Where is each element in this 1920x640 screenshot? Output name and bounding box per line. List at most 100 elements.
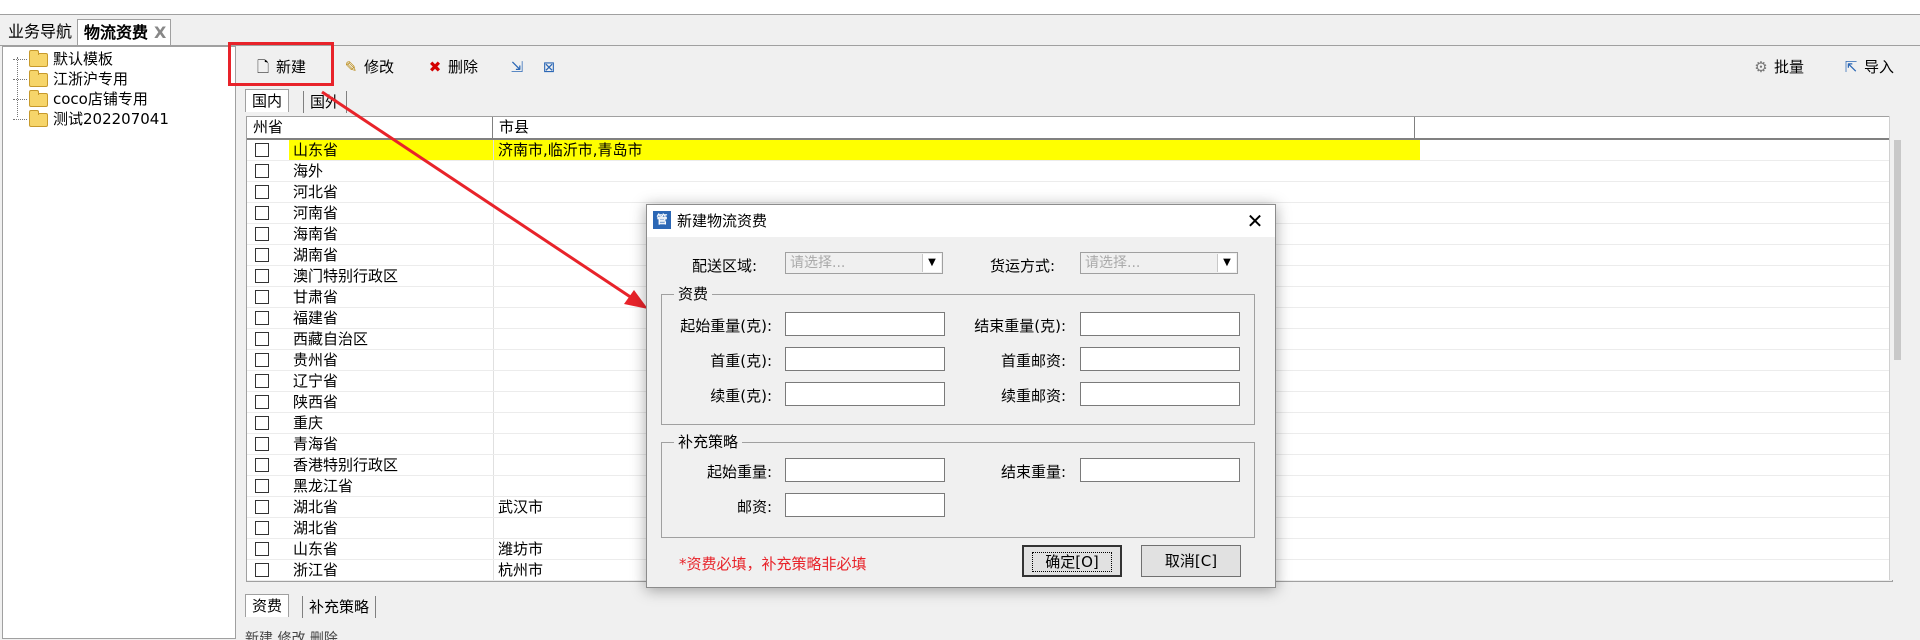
row-checkbox[interactable]: [255, 542, 269, 556]
gear-icon: ⚙: [1754, 58, 1768, 76]
row-checkbox[interactable]: [255, 332, 269, 346]
tree-item-jzh[interactable]: 江浙沪专用: [13, 69, 128, 89]
sup-start-weight-input[interactable]: [785, 458, 945, 482]
row-checkbox[interactable]: [255, 248, 269, 262]
sup-postage-input[interactable]: [785, 493, 945, 517]
table-row[interactable]: 河北省: [247, 182, 1892, 203]
sup-start-weight-label: 起始重量:: [706, 463, 772, 481]
template-tree: 默认模板 江浙沪专用 coco店铺专用 测试202207041: [2, 46, 236, 639]
delete-x-icon: ✖: [428, 58, 442, 76]
tab-logistics-fee[interactable]: 物流资费 X: [77, 19, 172, 45]
row-checkbox[interactable]: [255, 500, 269, 514]
shipping-method-placeholder: 请选择...: [1085, 255, 1141, 271]
cell-province: 山东省: [289, 140, 493, 160]
tree-item-coco[interactable]: coco店铺专用: [13, 89, 148, 109]
cell-city: [493, 182, 1420, 202]
first-postage-input[interactable]: [1080, 347, 1240, 371]
fee-group-title: 资费: [674, 285, 713, 303]
cont-postage-input[interactable]: [1080, 382, 1240, 406]
cell-province: 青海省: [293, 435, 339, 453]
tab-fee[interactable]: 资费: [245, 594, 290, 617]
dialog-title: 新建物流资费: [677, 212, 768, 230]
ok-label: 确定[O]: [1032, 552, 1112, 572]
row-checkbox[interactable]: [255, 395, 269, 409]
delete-button[interactable]: ✖ 删除: [426, 52, 478, 82]
delivery-area-label: 配送区域:: [691, 257, 757, 275]
tab-fee-label: 物流资费: [84, 23, 149, 42]
start-weight-label: 起始重量(克):: [680, 317, 772, 335]
scrollbar-thumb[interactable]: [1894, 140, 1901, 360]
required-note: *资费必填，补充策略非必填: [679, 555, 867, 573]
new-fee-dialog: 管 新建物流资费 ✕ 配送区域: 请选择... ▼ 货运方式: 请选择... ▼…: [646, 204, 1276, 588]
cell-province: 浙江省: [293, 561, 339, 579]
tab-domestic[interactable]: 国内: [245, 89, 290, 112]
tree-item-label: 测试202207041: [53, 110, 169, 128]
row-checkbox[interactable]: [255, 164, 269, 178]
top-strip: [0, 0, 1920, 15]
dialog-titlebar: 管 新建物流资费 ✕: [647, 205, 1275, 237]
row-checkbox[interactable]: [255, 374, 269, 388]
row-checkbox[interactable]: [255, 521, 269, 535]
tree-item-test[interactable]: 测试202207041: [13, 109, 169, 129]
row-checkbox[interactable]: [255, 290, 269, 304]
cell-province: 湖北省: [293, 498, 339, 516]
first-weight-label: 首重(克):: [710, 352, 772, 370]
tree-item-label: 江浙沪专用: [53, 70, 129, 88]
tab-foreign[interactable]: 国外: [303, 91, 348, 113]
row-checkbox[interactable]: [255, 206, 269, 220]
row-checkbox[interactable]: [255, 269, 269, 283]
import-button[interactable]: ⇱ 导入: [1842, 52, 1894, 82]
first-weight-input[interactable]: [785, 347, 945, 371]
table-row[interactable]: 海外: [247, 161, 1892, 182]
delivery-area-placeholder: 请选择...: [790, 255, 846, 271]
row-checkbox[interactable]: [255, 311, 269, 325]
row-checkbox[interactable]: [255, 353, 269, 367]
folder-icon: [29, 89, 48, 107]
row-checkbox[interactable]: [255, 227, 269, 241]
cell-province: 河南省: [293, 204, 339, 222]
end-weight-input[interactable]: [1080, 312, 1240, 336]
export-button[interactable]: ⇲: [508, 52, 530, 82]
row-checkbox[interactable]: [255, 143, 269, 157]
import-label: 导入: [1864, 58, 1895, 76]
cell-province: 重庆: [293, 414, 324, 432]
cancel-button[interactable]: 取消[C]: [1141, 545, 1241, 577]
supplement-group-title: 补充策略: [674, 433, 743, 451]
cell-province: 甘肃省: [293, 288, 339, 306]
row-checkbox[interactable]: [255, 437, 269, 451]
sup-end-weight-label: 结束重量:: [1000, 463, 1066, 481]
folder-icon: [29, 69, 48, 87]
ok-button[interactable]: 确定[O]: [1022, 545, 1122, 577]
tab-business-nav[interactable]: 业务导航: [2, 19, 78, 44]
clear-button[interactable]: ⊠: [540, 52, 562, 82]
shipping-method-select[interactable]: 请选择... ▼: [1080, 252, 1238, 274]
cell-province: 山东省: [293, 540, 339, 558]
chevron-down-icon[interactable]: ▼: [922, 254, 941, 272]
app-icon: 管: [653, 211, 671, 229]
tab-supplement[interactable]: 补充策略: [302, 596, 377, 618]
bottom-toolbar[interactable]: 新建 修改 删除: [245, 628, 338, 640]
row-checkbox[interactable]: [255, 458, 269, 472]
cell-province: 西藏自治区: [293, 330, 369, 348]
batch-button[interactable]: ⚙ 批量: [1752, 52, 1804, 82]
row-checkbox[interactable]: [255, 185, 269, 199]
row-checkbox[interactable]: [255, 563, 269, 577]
close-icon[interactable]: ✕: [1243, 209, 1267, 233]
export-icon: ⇲: [510, 58, 524, 76]
cont-weight-input[interactable]: [785, 382, 945, 406]
table-row[interactable]: 山东省 济南市,临沂市,青岛市: [247, 140, 1892, 161]
cell-province: 海南省: [293, 225, 339, 243]
tab-close-icon[interactable]: X: [154, 23, 166, 42]
sup-end-weight-input[interactable]: [1080, 458, 1240, 482]
row-checkbox[interactable]: [255, 416, 269, 430]
tree-item-default[interactable]: 默认模板: [13, 49, 113, 69]
header-province[interactable]: 州省: [247, 117, 493, 138]
cell-city: 济南市,临沂市,青岛市: [493, 140, 1420, 160]
start-weight-input[interactable]: [785, 312, 945, 336]
chevron-down-icon[interactable]: ▼: [1217, 254, 1236, 272]
delivery-area-select[interactable]: 请选择... ▼: [785, 252, 943, 274]
header-city[interactable]: 市县: [493, 117, 1415, 138]
row-checkbox[interactable]: [255, 479, 269, 493]
edit-button[interactable]: ✎ 修改: [342, 52, 394, 82]
first-postage-label: 首重邮资:: [1000, 352, 1066, 370]
